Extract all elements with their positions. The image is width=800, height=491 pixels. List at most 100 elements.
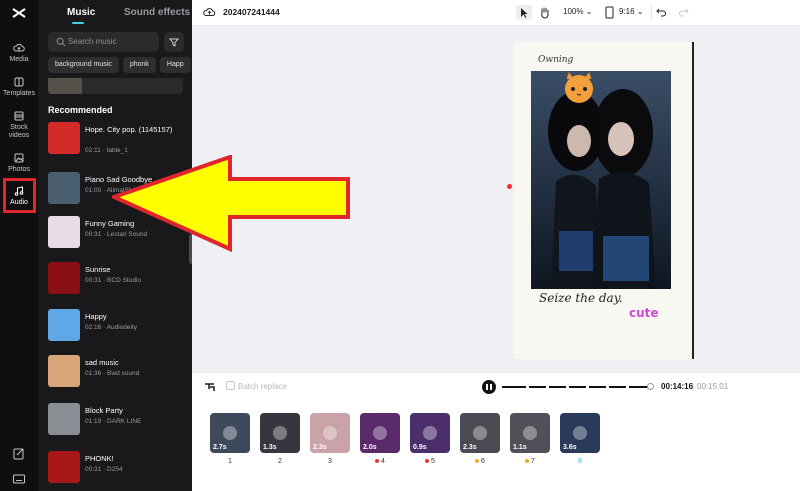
track-title: sad music — [85, 358, 119, 367]
clip-number: 6 — [460, 458, 500, 465]
timeline-clip[interactable]: 0.9s — [410, 413, 450, 453]
replace-icon — [473, 426, 487, 440]
track-item[interactable]: PHONK! 00:31 · D254 — [48, 451, 188, 489]
track-cover — [48, 122, 80, 154]
chevron-down-icon: ⌄ — [636, 7, 644, 16]
aspect-ratio-dropdown[interactable]: 9:16 ⌄ — [619, 7, 644, 16]
polaroid-frame[interactable]: Owning Seize the day. cute — [514, 42, 694, 359]
clip-number: 4 — [360, 458, 400, 465]
undo-icon[interactable] — [656, 7, 667, 17]
track-item[interactable]: Block Party 01:19 · DARK LINE — [48, 403, 188, 441]
progress-knob[interactable] — [647, 383, 654, 390]
clip-marker-dot — [475, 459, 480, 464]
timeline-clip[interactable]: 2.0s — [360, 413, 400, 453]
timeline-clip[interactable]: 3.6s — [560, 413, 600, 453]
clip-duration: 3.6s — [563, 444, 577, 451]
rail-item-templates[interactable]: Templates — [0, 76, 38, 97]
track-title: Hope. City pop. (1145157) — [85, 125, 173, 134]
clip-number-label: 3 — [328, 458, 332, 465]
track-title: Sunrise — [85, 265, 111, 274]
genre-chips: background music phonk Happ — [48, 57, 192, 73]
select-tool-button[interactable] — [516, 5, 532, 20]
featured-strip[interactable] — [48, 78, 183, 94]
batch-replace-button[interactable]: Batch replace — [238, 382, 287, 391]
clip-number-label: 4 — [381, 458, 385, 465]
chip-phonk[interactable]: phonk — [122, 57, 156, 73]
track-cover — [48, 262, 80, 294]
zoom-level[interactable]: 100% ⌄ — [563, 7, 592, 16]
track-cover — [48, 403, 80, 435]
rail-label-photos: Photos — [8, 166, 30, 173]
toolbar-divider — [651, 5, 652, 20]
active-tab-indicator — [72, 22, 84, 24]
rail-label-templates: Templates — [3, 90, 35, 97]
track-cover — [48, 451, 80, 483]
split-icon[interactable] — [204, 381, 215, 392]
photo-image — [531, 71, 671, 289]
track-meta: 02:16 · Audiodeity — [85, 324, 138, 331]
capcut-logo-icon[interactable] — [11, 7, 27, 19]
clip-number-label: 1 — [228, 458, 232, 465]
clip-number: 2 — [260, 458, 300, 465]
clip-number-label: 6 — [481, 458, 485, 465]
timeline-clip[interactable]: 2.3s — [310, 413, 350, 453]
replace-icon — [573, 426, 587, 440]
redo-icon[interactable] — [678, 7, 689, 17]
top-toolbar: 202407241444 100% ⌄ 9:16 ⌄ — [192, 0, 800, 25]
replace-icon — [223, 426, 237, 440]
feedback-icon[interactable] — [12, 447, 26, 461]
canvas-anchor-dot — [507, 184, 512, 189]
replace-icon — [373, 426, 387, 440]
cloud-upload-icon — [13, 43, 25, 52]
ratio-phone-icon — [605, 6, 615, 21]
rail-item-stock-videos[interactable]: Stock videos — [0, 110, 38, 140]
track-title: PHONK! — [85, 454, 114, 463]
track-meta: 00:31 · BCD Studio — [85, 277, 142, 284]
hand-tool-button[interactable] — [538, 5, 552, 20]
templates-icon — [14, 77, 24, 87]
timeline-clip[interactable]: 1.1s — [510, 413, 550, 453]
track-item[interactable]: Sunrise 00:31 · BCD Studio — [48, 262, 188, 300]
tab-sound-effects[interactable]: Sound effects — [124, 7, 190, 18]
clip-duration: 0.9s — [413, 444, 427, 451]
cute-sticker: cute — [629, 306, 659, 320]
keyboard-icon[interactable] — [12, 472, 26, 486]
tab-music[interactable]: Music — [67, 7, 95, 18]
track-meta: 02:11 · table_1 — [85, 147, 128, 154]
rail-item-media[interactable]: Media — [0, 42, 38, 63]
track-cover — [48, 216, 80, 248]
chip-happy[interactable]: Happ — [159, 57, 191, 73]
music-recognize-button[interactable] — [164, 32, 184, 52]
clip-duration: 2.7s — [213, 444, 227, 451]
search-input[interactable]: Search music — [68, 37, 116, 46]
chevron-down-icon: ⌄ — [585, 7, 593, 16]
timeline-clip[interactable]: 2.3s — [460, 413, 500, 453]
rail-item-photos[interactable]: Photos — [0, 152, 38, 173]
timeline-clip[interactable]: 2.7s — [210, 413, 250, 453]
track-cover — [48, 355, 80, 387]
zoom-value: 100% — [563, 7, 584, 16]
handwriting-bottom: Seize the day. — [539, 291, 623, 305]
playback-progress[interactable] — [502, 386, 650, 388]
replace-icon — [273, 426, 287, 440]
track-cover — [48, 309, 80, 341]
annotation-arrow-icon — [112, 155, 350, 253]
chip-background-music[interactable]: background music — [48, 57, 119, 73]
clip-number-label: 8 — [578, 458, 582, 465]
cloud-sync-icon[interactable] — [203, 7, 216, 17]
pause-button[interactable] — [482, 380, 496, 394]
project-title[interactable]: 202407241444 — [223, 7, 280, 17]
search-box[interactable]: Search music — [48, 32, 159, 52]
rail-label-media: Media — [9, 56, 29, 63]
clip-duration: 2.3s — [463, 444, 477, 451]
player-bar: Batch replace 00:14:16 | 00:15:01 — [192, 372, 800, 400]
panel-tabs: Music Sound effects — [38, 0, 192, 26]
film-icon — [14, 111, 24, 121]
rail-label-stock-videos: Stock videos — [8, 124, 30, 139]
track-item[interactable]: Happy 02:16 · Audiodeity — [48, 309, 188, 347]
timeline-clip[interactable]: 1.3s — [260, 413, 300, 453]
track-cover — [48, 172, 80, 204]
track-item[interactable]: sad music 01:36 · Bwd sound — [48, 355, 188, 393]
clip-duration: 1.1s — [513, 444, 527, 451]
track-meta: 01:36 · Bwd sound — [85, 370, 140, 377]
